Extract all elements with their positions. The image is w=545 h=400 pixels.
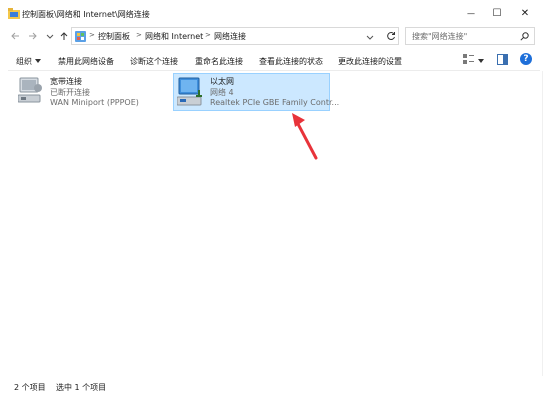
view-status-button[interactable]: 查看此连接的状态 bbox=[259, 56, 323, 67]
help-icon[interactable]: ? bbox=[520, 53, 532, 65]
minimize-icon: — bbox=[467, 8, 475, 18]
chevron-down-icon[interactable] bbox=[366, 33, 374, 41]
breadcrumb-separator: > bbox=[89, 31, 95, 39]
up-button[interactable] bbox=[57, 29, 71, 43]
folder-icon bbox=[8, 8, 20, 19]
connection-status: 网络 4 bbox=[210, 88, 234, 97]
breadcrumb-separator: > bbox=[136, 31, 142, 39]
address-bar[interactable]: > 控制面板 > 网络和 Internet > 网络连接 bbox=[71, 27, 399, 45]
chevron-down-icon bbox=[46, 34, 54, 39]
command-bar: 组织 禁用此网络设备 诊断这个连接 重命名此连接 查看此连接的状态 更改此连接的… bbox=[8, 51, 538, 69]
network-adapter-icon bbox=[18, 77, 42, 103]
breadcrumb-network-connections[interactable]: 网络连接 bbox=[214, 31, 246, 42]
window-title: 控制面板\网络和 Internet\网络连接 bbox=[22, 10, 150, 19]
connection-device: WAN Miniport (PPPOE) bbox=[50, 98, 139, 107]
breadcrumb-network-internet[interactable]: 网络和 Internet bbox=[145, 31, 203, 42]
search-icon bbox=[520, 32, 529, 41]
back-arrow-icon bbox=[11, 32, 19, 40]
recent-locations-button[interactable] bbox=[43, 29, 57, 43]
title-bar: 控制面板\网络和 Internet\网络连接 — ☐ ✕ bbox=[0, 0, 545, 26]
maximize-button[interactable]: ☐ bbox=[483, 2, 511, 24]
caret-down-icon bbox=[35, 59, 41, 63]
close-icon: ✕ bbox=[520, 7, 530, 19]
maximize-icon: ☐ bbox=[492, 7, 502, 19]
selected-count: 选中 1 个项目 bbox=[56, 383, 107, 392]
connection-device: Realtek PCIe GBE Family Contr... bbox=[210, 98, 340, 107]
rename-button[interactable]: 重命名此连接 bbox=[195, 56, 243, 67]
connection-name: 宽带连接 bbox=[50, 77, 82, 86]
close-button[interactable]: ✕ bbox=[511, 2, 539, 24]
refresh-button[interactable] bbox=[382, 27, 399, 45]
change-settings-button[interactable]: 更改此连接的设置 bbox=[338, 56, 402, 67]
forward-arrow-icon bbox=[29, 32, 37, 40]
organize-menu[interactable]: 组织 bbox=[16, 56, 32, 67]
refresh-icon bbox=[386, 32, 395, 41]
item-count: 2 个项目 bbox=[14, 383, 46, 392]
status-bar: 2 个项目 选中 1 个项目 bbox=[0, 376, 545, 400]
toolbar-divider bbox=[8, 70, 540, 71]
back-button[interactable] bbox=[8, 29, 22, 43]
network-adapter-icon bbox=[177, 77, 202, 106]
disable-device-button[interactable]: 禁用此网络设备 bbox=[58, 56, 114, 67]
search-placeholder: 搜索"网络连接" bbox=[412, 32, 468, 41]
caret-down-icon[interactable] bbox=[478, 59, 484, 63]
connection-name: 以太网 bbox=[210, 77, 234, 86]
annotation-arrow bbox=[292, 113, 318, 160]
connection-item-broadband[interactable]: 宽带连接 已断开连接 WAN Miniport (PPPOE) bbox=[18, 75, 158, 109]
search-input[interactable]: 搜索"网络连接" bbox=[405, 27, 535, 45]
view-options-icon[interactable] bbox=[463, 54, 474, 65]
up-arrow-icon bbox=[60, 32, 68, 40]
forward-button[interactable] bbox=[26, 29, 40, 43]
connection-status: 已断开连接 bbox=[50, 88, 90, 97]
control-panel-icon bbox=[75, 31, 86, 42]
breadcrumb-separator: > bbox=[205, 31, 211, 39]
preview-pane-icon[interactable] bbox=[497, 54, 508, 65]
diagnose-button[interactable]: 诊断这个连接 bbox=[130, 56, 178, 67]
connection-item-ethernet[interactable]: 以太网 网络 4 Realtek PCIe GBE Family Contr..… bbox=[173, 73, 339, 111]
breadcrumb-control-panel[interactable]: 控制面板 bbox=[98, 31, 130, 42]
minimize-button[interactable]: — bbox=[457, 2, 485, 24]
